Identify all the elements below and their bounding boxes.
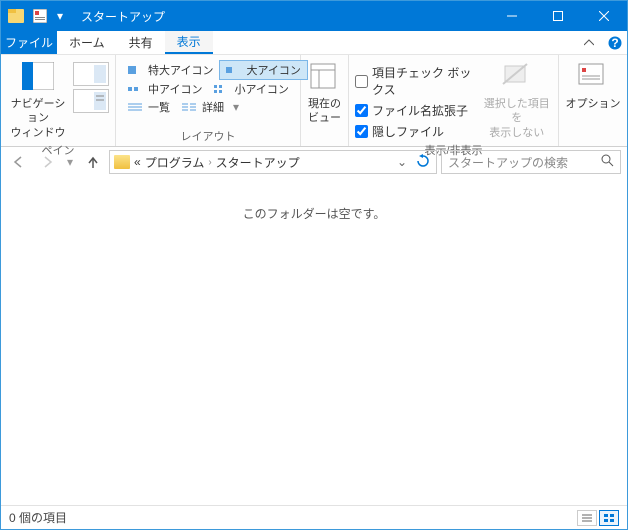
- close-button[interactable]: [581, 1, 627, 31]
- ribbon-collapse-button[interactable]: [575, 31, 603, 54]
- hide-selected-icon: [501, 62, 533, 94]
- svg-text:?: ?: [611, 36, 618, 50]
- ribbon-group-show-hide: 項目チェック ボックス ファイル名拡張子 隠しファイル 選択した項目を 表示しな…: [349, 55, 559, 146]
- search-box[interactable]: スタートアップの検索: [441, 150, 621, 174]
- window-title: スタートアップ: [73, 8, 489, 25]
- icons-view-button[interactable]: [599, 510, 619, 526]
- layout-more[interactable]: ▾: [230, 98, 242, 116]
- tab-file[interactable]: ファイル: [1, 31, 57, 54]
- search-placeholder: スタートアップの検索: [448, 154, 601, 171]
- xl-icon: [128, 64, 144, 76]
- properties-icon[interactable]: [29, 5, 51, 27]
- ribbon-group-options: オプション: [559, 55, 627, 146]
- layout-large-icons[interactable]: 大アイコン: [219, 60, 307, 80]
- address-dropdown[interactable]: ⌄: [394, 155, 410, 169]
- item-checkboxes-toggle[interactable]: 項目チェック ボックス: [355, 64, 482, 98]
- forward-button[interactable]: [35, 150, 59, 174]
- address-bar[interactable]: « プログラム › スタートアップ ⌄: [109, 150, 437, 174]
- tab-view[interactable]: 表示: [165, 31, 213, 54]
- ribbon-group-panes: ナビゲーション ウィンドウ ペイン: [1, 55, 116, 146]
- medium-icon: [128, 83, 144, 95]
- ribbon: ナビゲーション ウィンドウ ペイン 特大アイコン 大アイコン 中アイコン 小アイ…: [1, 55, 627, 147]
- status-bar: 0 個の項目: [1, 505, 627, 529]
- minimize-button[interactable]: [489, 1, 535, 31]
- chevron-right-icon[interactable]: ›: [208, 157, 211, 168]
- large-icon: [226, 64, 242, 76]
- breadcrumb-seg2[interactable]: スタートアップ: [216, 154, 300, 171]
- details-view-button[interactable]: [577, 510, 597, 526]
- current-view-icon: [309, 62, 341, 94]
- details-icon: [182, 101, 198, 113]
- help-button[interactable]: ?: [603, 31, 627, 54]
- hidden-files-toggle[interactable]: 隠しファイル: [355, 123, 482, 140]
- list-icon: [128, 101, 144, 113]
- preview-pane-button[interactable]: [73, 62, 109, 86]
- details-pane-button[interactable]: [73, 89, 109, 113]
- folder-icon: [5, 5, 27, 27]
- qat-dropdown-icon[interactable]: ▾: [53, 5, 67, 27]
- ribbon-group-layout: 特大アイコン 大アイコン 中アイコン 小アイコン 一覧 詳細 ▾ レイアウト: [116, 55, 301, 146]
- options-icon: [577, 62, 609, 94]
- navigation-pane-icon: [22, 62, 54, 94]
- file-extensions-toggle[interactable]: ファイル名拡張子: [355, 102, 482, 119]
- refresh-button[interactable]: [414, 154, 432, 171]
- tab-home[interactable]: ホーム: [57, 31, 117, 54]
- options-button[interactable]: オプション: [565, 58, 621, 111]
- history-dropdown[interactable]: ▾: [63, 150, 77, 174]
- small-icon: [214, 83, 230, 95]
- layout-list[interactable]: 一覧: [122, 98, 176, 116]
- hide-selected-button[interactable]: 選択した項目を 表示しない: [482, 58, 552, 140]
- back-button[interactable]: [7, 150, 31, 174]
- folder-content[interactable]: このフォルダーは空です。: [1, 177, 627, 505]
- tab-share[interactable]: 共有: [117, 31, 165, 54]
- address-folder-icon: [114, 155, 130, 169]
- layout-details[interactable]: 詳細: [176, 98, 230, 116]
- ribbon-tabs: ファイル ホーム 共有 表示 ?: [1, 31, 627, 55]
- item-count: 0 個の項目: [9, 509, 67, 526]
- search-icon: [601, 154, 614, 170]
- nav-row: ▾ « プログラム › スタートアップ ⌄ スタートアップの検索: [1, 147, 627, 177]
- layout-small-icons[interactable]: 小アイコン: [208, 80, 294, 98]
- up-button[interactable]: [81, 150, 105, 174]
- explorer-window: ▾ スタートアップ ファイル ホーム 共有 表示 ?: [0, 0, 628, 530]
- current-view-button[interactable]: 現在の ビュー: [307, 58, 342, 126]
- breadcrumb-root[interactable]: «: [134, 155, 141, 169]
- titlebar: ▾ スタートアップ: [1, 1, 627, 31]
- layout-xl-icons[interactable]: 特大アイコン: [122, 60, 219, 80]
- breadcrumb-seg1[interactable]: プログラム: [145, 154, 205, 171]
- pane-thumb-list: [73, 62, 109, 113]
- navigation-pane-button[interactable]: ナビゲーション ウィンドウ: [7, 58, 69, 140]
- empty-folder-text: このフォルダーは空です。: [243, 205, 386, 222]
- ribbon-group-current-view: 現在の ビュー: [301, 55, 349, 146]
- quick-access-toolbar: ▾: [1, 5, 73, 27]
- layout-medium-icons[interactable]: 中アイコン: [122, 80, 208, 98]
- maximize-button[interactable]: [535, 1, 581, 31]
